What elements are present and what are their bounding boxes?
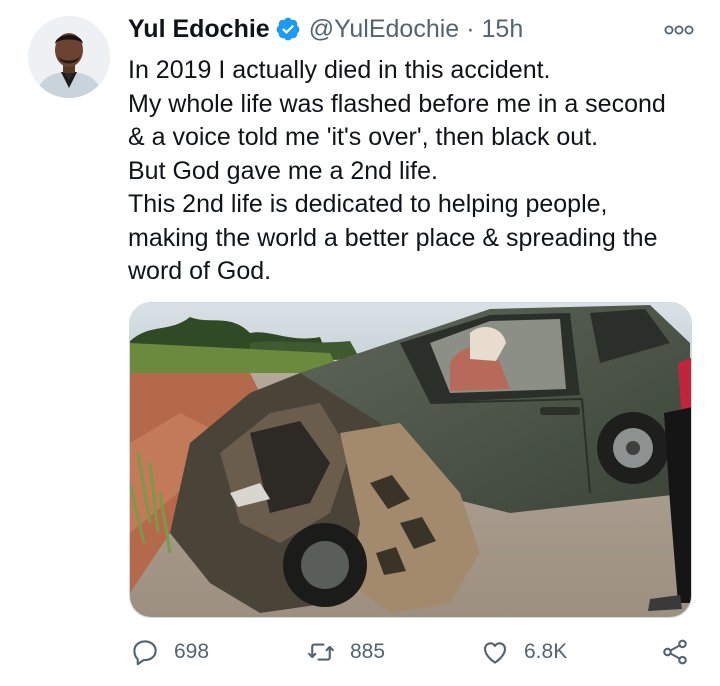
reply-button[interactable]: 698 <box>130 634 209 670</box>
author-avatar[interactable] <box>28 16 110 98</box>
crashed-car-photo <box>130 303 691 617</box>
tweet-media-image[interactable] <box>129 302 692 618</box>
tweet-header: Yul Edochie @YulEdochie · 15h <box>128 14 523 44</box>
retweet-count: 885 <box>350 640 386 663</box>
tweet-timestamp[interactable]: 15h <box>482 14 524 44</box>
tweet-text-line: But God gave me a 2nd life. <box>128 156 438 185</box>
tweet-text-line: My whole life was flashed before me in a… <box>128 89 666 118</box>
tweet-text: In 2019 I actually died in this accident… <box>128 54 698 289</box>
separator-dot: · <box>466 15 475 43</box>
share-button[interactable] <box>660 634 690 670</box>
author-display-name[interactable]: Yul Edochie <box>128 14 270 44</box>
share-icon <box>660 637 690 667</box>
tweet-text-line: In 2019 I actually died in this accident… <box>128 56 551 84</box>
heart-icon <box>480 637 510 667</box>
tweet-text-line: & a voice told me 'it's over', then blac… <box>128 123 599 151</box>
reply-bubble-icon <box>130 637 160 667</box>
retweet-icon <box>306 637 336 667</box>
retweet-button[interactable]: 885 <box>306 634 385 670</box>
more-options-icon[interactable] <box>664 22 694 38</box>
like-button[interactable]: 6.8K <box>480 634 567 670</box>
verified-badge-icon <box>275 16 301 42</box>
tweet-text-line: word of God. <box>128 257 272 285</box>
avatar-photo <box>28 16 110 98</box>
reply-count: 698 <box>174 640 210 663</box>
tweet-action-bar: 698 885 6.8K <box>0 634 720 670</box>
tweet-text-line: This 2nd life is dedicated to helping pe… <box>128 190 608 218</box>
author-handle[interactable]: @YulEdochie <box>309 14 459 44</box>
tweet-text-line: making the world a better place & spread… <box>128 223 658 252</box>
like-count: 6.8K <box>524 640 568 663</box>
